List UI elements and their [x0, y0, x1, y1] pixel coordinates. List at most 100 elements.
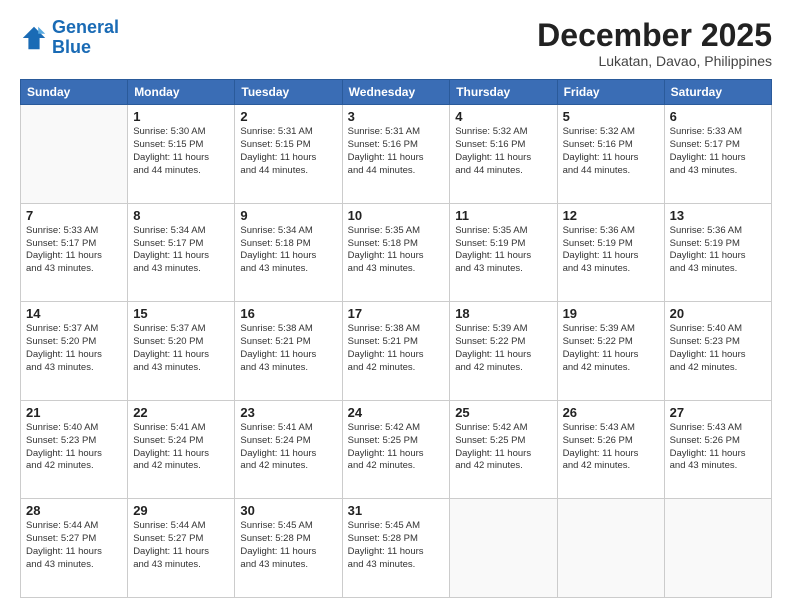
cell-line: Sunset: 5:21 PM [240, 336, 336, 349]
cell-line: Sunrise: 5:42 AM [348, 422, 445, 435]
cell-line: and 43 minutes. [563, 263, 659, 276]
cell-line: Sunset: 5:19 PM [670, 238, 766, 251]
cell-line: and 43 minutes. [26, 362, 122, 375]
cell-line: Sunrise: 5:41 AM [133, 422, 229, 435]
cell-line: Daylight: 11 hours [348, 349, 445, 362]
week-row-1: 7Sunrise: 5:33 AMSunset: 5:17 PMDaylight… [21, 203, 772, 302]
cell-line: Sunrise: 5:39 AM [455, 323, 551, 336]
cell-line: and 43 minutes. [670, 460, 766, 473]
day-number: 29 [133, 503, 229, 518]
cell-line: Sunrise: 5:37 AM [133, 323, 229, 336]
week-row-3: 21Sunrise: 5:40 AMSunset: 5:23 PMDayligh… [21, 400, 772, 499]
cell-line: and 44 minutes. [563, 165, 659, 178]
cell-line: and 43 minutes. [240, 362, 336, 375]
calendar-cell: 11Sunrise: 5:35 AMSunset: 5:19 PMDayligh… [450, 203, 557, 302]
cell-line: Sunrise: 5:32 AM [455, 126, 551, 139]
day-number: 24 [348, 405, 445, 420]
weekday-friday: Friday [557, 80, 664, 105]
calendar-cell: 26Sunrise: 5:43 AMSunset: 5:26 PMDayligh… [557, 400, 664, 499]
cell-line: Sunrise: 5:40 AM [670, 323, 766, 336]
calendar-cell: 25Sunrise: 5:42 AMSunset: 5:25 PMDayligh… [450, 400, 557, 499]
calendar-cell: 28Sunrise: 5:44 AMSunset: 5:27 PMDayligh… [21, 499, 128, 598]
cell-line: Daylight: 11 hours [455, 448, 551, 461]
calendar-cell: 3Sunrise: 5:31 AMSunset: 5:16 PMDaylight… [342, 105, 450, 204]
weekday-sunday: Sunday [21, 80, 128, 105]
cell-line: Sunrise: 5:34 AM [133, 225, 229, 238]
month-year: December 2025 [537, 18, 772, 53]
cell-line: Daylight: 11 hours [670, 152, 766, 165]
cell-line: and 43 minutes. [240, 559, 336, 572]
calendar-cell: 21Sunrise: 5:40 AMSunset: 5:23 PMDayligh… [21, 400, 128, 499]
cell-line: and 42 minutes. [348, 362, 445, 375]
cell-line: Daylight: 11 hours [670, 349, 766, 362]
calendar-cell [21, 105, 128, 204]
cell-line: Daylight: 11 hours [133, 546, 229, 559]
cell-line: Daylight: 11 hours [455, 250, 551, 263]
cell-line: and 42 minutes. [455, 362, 551, 375]
week-row-0: 1Sunrise: 5:30 AMSunset: 5:15 PMDaylight… [21, 105, 772, 204]
cell-line: Sunrise: 5:35 AM [348, 225, 445, 238]
cell-line: Sunset: 5:17 PM [133, 238, 229, 251]
weekday-tuesday: Tuesday [235, 80, 342, 105]
cell-line: Sunrise: 5:37 AM [26, 323, 122, 336]
cell-line: Sunset: 5:22 PM [563, 336, 659, 349]
cell-line: Sunrise: 5:40 AM [26, 422, 122, 435]
cell-line: Daylight: 11 hours [455, 152, 551, 165]
day-number: 4 [455, 109, 551, 124]
day-number: 26 [563, 405, 659, 420]
cell-line: Sunset: 5:16 PM [348, 139, 445, 152]
cell-line: Sunset: 5:24 PM [133, 435, 229, 448]
calendar-cell: 8Sunrise: 5:34 AMSunset: 5:17 PMDaylight… [128, 203, 235, 302]
day-number: 8 [133, 208, 229, 223]
cell-line: Sunset: 5:25 PM [455, 435, 551, 448]
cell-line: and 43 minutes. [455, 263, 551, 276]
cell-line: Sunset: 5:28 PM [240, 533, 336, 546]
calendar-cell: 29Sunrise: 5:44 AMSunset: 5:27 PMDayligh… [128, 499, 235, 598]
cell-line: Sunset: 5:17 PM [26, 238, 122, 251]
cell-line: Sunset: 5:27 PM [133, 533, 229, 546]
calendar-cell: 22Sunrise: 5:41 AMSunset: 5:24 PMDayligh… [128, 400, 235, 499]
header: General Blue December 2025 Lukatan, Dava… [20, 18, 772, 69]
day-number: 31 [348, 503, 445, 518]
cell-line: and 43 minutes. [133, 362, 229, 375]
day-number: 15 [133, 306, 229, 321]
calendar-cell [450, 499, 557, 598]
cell-line: and 44 minutes. [455, 165, 551, 178]
day-number: 30 [240, 503, 336, 518]
cell-line: Sunset: 5:20 PM [133, 336, 229, 349]
cell-line: Sunset: 5:27 PM [26, 533, 122, 546]
cell-line: Sunrise: 5:31 AM [348, 126, 445, 139]
cell-line: Sunrise: 5:35 AM [455, 225, 551, 238]
cell-line: Daylight: 11 hours [240, 152, 336, 165]
day-number: 27 [670, 405, 766, 420]
cell-line: and 42 minutes. [670, 362, 766, 375]
cell-line: and 42 minutes. [563, 362, 659, 375]
cell-line: Sunset: 5:20 PM [26, 336, 122, 349]
cell-line: Daylight: 11 hours [348, 546, 445, 559]
cell-line: Daylight: 11 hours [670, 448, 766, 461]
location: Lukatan, Davao, Philippines [537, 53, 772, 69]
cell-line: Sunrise: 5:36 AM [563, 225, 659, 238]
cell-line: Sunset: 5:25 PM [348, 435, 445, 448]
cell-line: Sunrise: 5:45 AM [348, 520, 445, 533]
cell-line: and 43 minutes. [348, 559, 445, 572]
cell-line: Sunrise: 5:33 AM [26, 225, 122, 238]
cell-line: and 43 minutes. [133, 559, 229, 572]
cell-line: and 42 minutes. [455, 460, 551, 473]
day-number: 20 [670, 306, 766, 321]
day-number: 21 [26, 405, 122, 420]
week-row-2: 14Sunrise: 5:37 AMSunset: 5:20 PMDayligh… [21, 302, 772, 401]
calendar-cell: 4 Sunrise: 5:32 AMSunset: 5:16 PMDaylight… [450, 105, 557, 204]
calendar-cell: 12Sunrise: 5:36 AMSunset: 5:19 PMDayligh… [557, 203, 664, 302]
cell-line: Sunrise: 5:36 AM [670, 225, 766, 238]
day-number: 10 [348, 208, 445, 223]
cell-line: Sunrise: 5:45 AM [240, 520, 336, 533]
cell-line: and 44 minutes. [348, 165, 445, 178]
cell-line: Sunrise: 5:33 AM [670, 126, 766, 139]
cell-line: Sunset: 5:16 PM [455, 139, 551, 152]
cell-line: and 42 minutes. [133, 460, 229, 473]
weekday-wednesday: Wednesday [342, 80, 450, 105]
calendar-cell: 27Sunrise: 5:43 AMSunset: 5:26 PMDayligh… [664, 400, 771, 499]
cell-line: Sunset: 5:22 PM [455, 336, 551, 349]
cell-line: and 43 minutes. [670, 165, 766, 178]
